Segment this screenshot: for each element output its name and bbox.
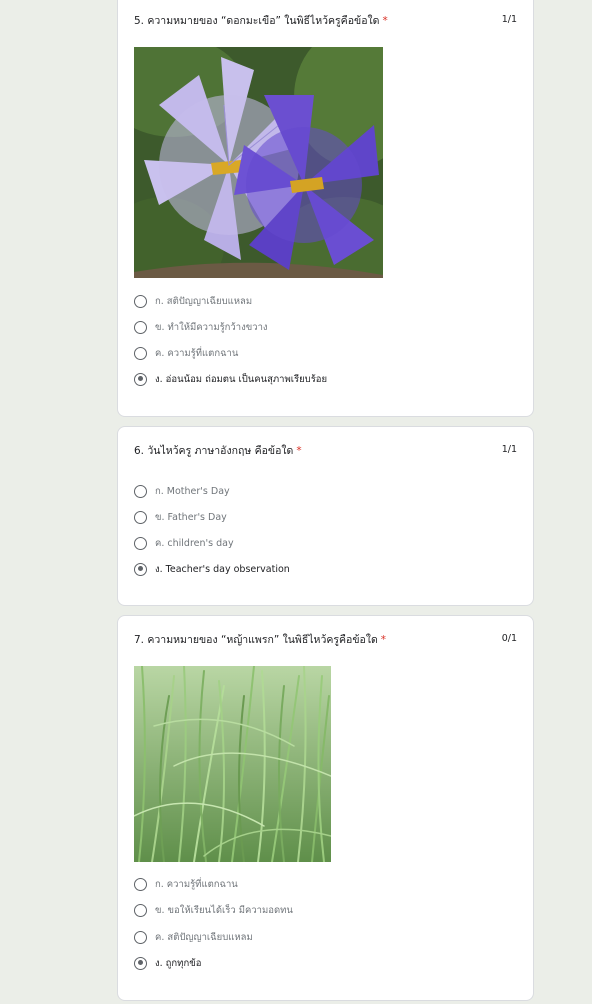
question-card-7: 7. ความหมายของ “หญ้าแพรก” ในพิธีไหว้ครูค… [117, 615, 534, 1001]
option-label: ง. ถูกทุกข้อ [155, 957, 202, 969]
score-badge: 1/1 [501, 444, 517, 455]
question-card-6: 6. วันไหว้ครู ภาษาอังกฤษ คือข้อใด * 1/1 ก… [117, 426, 534, 606]
radio-button[interactable] [134, 484, 147, 498]
option-5-a[interactable]: ก. สติปัญญาเฉียบแหลม [134, 292, 517, 310]
radio-button[interactable] [134, 903, 147, 917]
option-6-a[interactable]: ก. Mother's Day [134, 482, 517, 500]
option-label: ข. ทำให้มีความรู้กว้างขวาง [155, 321, 268, 333]
option-5-c[interactable]: ค. ความรู้ที่แตกฉาน [134, 344, 517, 362]
question-number: 6. [134, 445, 145, 457]
radio-button[interactable] [134, 930, 147, 944]
option-label: ง. Teacher's day observation [155, 563, 290, 575]
eggplant-flower-image [134, 47, 383, 278]
option-label: ค. children's day [155, 537, 234, 549]
option-6-d[interactable]: ง. Teacher's day observation [134, 560, 517, 578]
option-label: ก. สติปัญญาเฉียบแหลม [155, 295, 253, 307]
option-7-b[interactable]: ข. ขอให้เรียนได้เร็ว มีความอดทน [134, 901, 517, 919]
question-card-5: 5. ความหมายของ “ดอกมะเขือ” ในพิธีไหว้ครู… [117, 0, 534, 417]
required-asterisk: * [296, 445, 302, 457]
option-label: ก. ความรู้ที่แตกฉาน [155, 878, 238, 890]
option-7-a[interactable]: ก. ความรู้ที่แตกฉาน [134, 875, 517, 893]
required-asterisk: * [380, 634, 387, 646]
option-5-b[interactable]: ข. ทำให้มีความรู้กว้างขวาง [134, 318, 517, 336]
option-label: ค. ความรู้ที่แตกฉาน [155, 347, 239, 359]
radio-button-selected[interactable] [134, 372, 147, 386]
option-label: ก. Mother's Day [155, 485, 230, 497]
question-title-5: 5. ความหมายของ “ดอกมะเขือ” ในพิธีไหว้ครู… [134, 12, 493, 29]
radio-button-selected[interactable] [134, 562, 147, 576]
radio-button[interactable] [134, 346, 147, 360]
question-text: ความหมายของ “หญ้าแพรก” ในพิธีไหว้ครูคือข… [147, 634, 378, 646]
radio-button[interactable] [134, 536, 147, 550]
radio-button[interactable] [134, 510, 147, 524]
option-label: ง. อ่อนน้อม ถ่อมตน เป็นคนสุภาพเรียบร้อย [155, 373, 328, 385]
required-asterisk: * [382, 15, 388, 27]
option-6-c[interactable]: ค. children's day [134, 534, 517, 552]
radio-button[interactable] [134, 294, 147, 308]
bermuda-grass-image [134, 666, 331, 862]
question-text: วันไหว้ครู ภาษาอังกฤษ คือข้อใด [147, 445, 294, 457]
question-title-7: 7. ความหมายของ “หญ้าแพรก” ในพิธีไหว้ครูค… [134, 631, 493, 648]
option-6-b[interactable]: ข. Father's Day [134, 508, 517, 526]
question-title-6: 6. วันไหว้ครู ภาษาอังกฤษ คือข้อใด * [134, 442, 493, 459]
radio-button[interactable] [134, 320, 147, 334]
option-7-c[interactable]: ค. สติปัญญาเฉียบแหลม [134, 928, 517, 946]
score-badge: 1/1 [501, 14, 517, 25]
score-badge: 0/1 [501, 633, 517, 644]
question-text: ความหมายของ “ดอกมะเขือ” ในพิธีไหว้ครูคือ… [147, 15, 380, 27]
option-label: ข. Father's Day [155, 511, 227, 523]
option-5-d[interactable]: ง. อ่อนน้อม ถ่อมตน เป็นคนสุภาพเรียบร้อย [134, 370, 517, 388]
option-label: ข. ขอให้เรียนได้เร็ว มีความอดทน [155, 904, 293, 916]
question-number: 7. [134, 634, 145, 646]
option-label: ค. สติปัญญาเฉียบแหลม [155, 931, 253, 943]
radio-button-selected[interactable] [134, 956, 147, 970]
question-number: 5. [134, 15, 145, 27]
radio-button[interactable] [134, 877, 147, 891]
option-7-d[interactable]: ง. ถูกทุกข้อ [134, 954, 517, 972]
